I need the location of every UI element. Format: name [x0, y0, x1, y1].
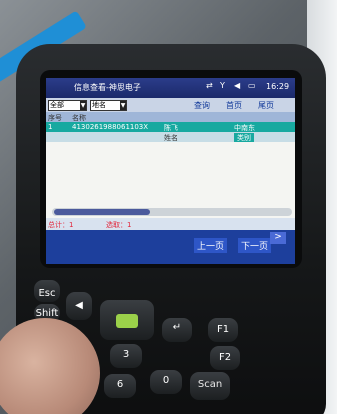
prev-page-button[interactable]: 上一页: [194, 238, 228, 253]
scrollbar-thumb[interactable]: [54, 209, 150, 215]
title-bar: 信息查看-神思电子 ⇄ Y ◀ ▭ 16:29: [46, 78, 295, 98]
volume-icon: ◀: [234, 81, 241, 90]
arrow-left-icon: ◀: [75, 300, 83, 311]
f2-key-label: F2: [218, 352, 232, 363]
battery-icon: ▭: [248, 81, 256, 90]
filter2-select-value: 地名: [92, 101, 106, 109]
f1-key-label: F1: [216, 324, 230, 335]
left-arrow-key[interactable]: ◀: [66, 292, 92, 320]
horizontal-scrollbar[interactable]: [52, 208, 292, 216]
window-title: 信息查看-神思电子: [74, 83, 141, 92]
scan-key-label: Scan: [197, 379, 223, 390]
esc-key[interactable]: Esc: [34, 280, 60, 302]
enter-icon: ↵: [172, 322, 182, 333]
enter-key[interactable]: ↵: [162, 318, 192, 342]
ok-key[interactable]: [116, 314, 138, 328]
signal-icon: Y: [220, 81, 225, 90]
clock: 16:29: [266, 82, 290, 91]
next-page-button[interactable]: 下一页: [238, 238, 272, 253]
table-row[interactable]: 1 4130261988061103X 陈飞 中南东: [46, 122, 295, 132]
table-header: 序号 名称: [46, 112, 295, 122]
toolbar: 全部 ▼ 地名 ▼ 查询 首页 尾页: [46, 98, 295, 112]
pagination-bar: 上一页 下一页 >: [46, 230, 295, 264]
first-page-button[interactable]: 首页: [226, 100, 242, 111]
key-0-label: 0: [162, 375, 170, 386]
key-0[interactable]: 0: [150, 370, 182, 394]
network-icon: ⇄: [206, 81, 213, 90]
row-id: 4130261988061103X: [72, 123, 149, 131]
go-button[interactable]: >: [270, 232, 286, 244]
f2-key[interactable]: F2: [210, 346, 240, 370]
last-page-button[interactable]: 尾页: [258, 100, 274, 111]
filter-select[interactable]: 全部 ▼: [48, 100, 87, 111]
total-count: 总计：1: [48, 221, 74, 229]
key-6[interactable]: 6: [104, 374, 136, 398]
filter2-select[interactable]: 地名 ▼: [90, 100, 127, 111]
key-6-label: 6: [116, 379, 124, 390]
filter-select-value: 全部: [50, 101, 64, 109]
scan-key[interactable]: Scan: [190, 372, 230, 400]
key-3[interactable]: 3: [110, 344, 142, 368]
selected-count: 选取：1: [106, 221, 132, 229]
row-index: 1: [48, 123, 53, 131]
photo-scene: 信息查看-神思电子 ⇄ Y ◀ ▭ 16:29 全部 ▼ 地名 ▼ 查询 首页 …: [0, 0, 337, 414]
chevron-down-icon[interactable]: ▼: [80, 101, 86, 110]
esc-key-label: Esc: [38, 288, 56, 299]
sub-header: 姓名 类别: [46, 132, 295, 143]
chevron-down-icon[interactable]: ▼: [120, 101, 126, 110]
device-screen: 信息查看-神思电子 ⇄ Y ◀ ▭ 16:29 全部 ▼ 地名 ▼ 查询 首页 …: [46, 78, 295, 264]
status-footer: 总计：1 选取：1: [46, 218, 295, 230]
f1-key[interactable]: F1: [208, 318, 238, 342]
key-3-label: 3: [122, 349, 130, 360]
query-button[interactable]: 查询: [194, 100, 210, 111]
